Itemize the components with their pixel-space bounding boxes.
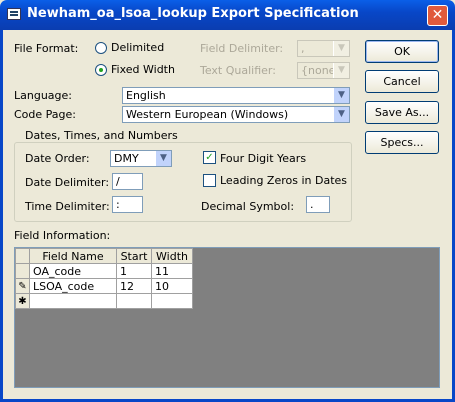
field-table: Field Name Start Width OA_code 1 11 ✎ LS… bbox=[15, 248, 193, 309]
decimal-symbol-input[interactable]: . bbox=[306, 196, 330, 213]
chevron-down-icon: ▼ bbox=[155, 151, 171, 166]
text-qualifier-label: Text Qualifier: bbox=[200, 64, 276, 77]
text-qualifier-select[interactable]: {none} ▼ bbox=[297, 62, 350, 79]
close-button[interactable]: ✕ bbox=[427, 5, 448, 26]
row-selector-header bbox=[15, 248, 30, 264]
cancel-button[interactable]: Cancel bbox=[365, 70, 439, 93]
width-cell[interactable]: 11 bbox=[151, 263, 193, 279]
leading-zeros-label[interactable]: Leading Zeros in Dates bbox=[220, 174, 347, 187]
field-info-grid[interactable]: Field Name Start Width OA_code 1 11 ✎ LS… bbox=[14, 247, 440, 388]
fixed-width-radio[interactable] bbox=[95, 64, 107, 76]
column-header[interactable]: Field Name bbox=[29, 248, 117, 264]
field-info-label: Field Information: bbox=[14, 229, 111, 242]
field-name-cell[interactable] bbox=[29, 293, 117, 309]
chevron-down-icon: ▼ bbox=[333, 88, 349, 103]
date-delimiter-input[interactable]: / bbox=[112, 173, 143, 190]
decimal-symbol-label: Decimal Symbol: bbox=[201, 200, 295, 213]
start-cell[interactable] bbox=[116, 293, 152, 309]
delimited-label[interactable]: Delimited bbox=[111, 41, 164, 54]
width-cell[interactable] bbox=[151, 293, 193, 309]
new-record-row[interactable]: ✱ bbox=[15, 293, 193, 309]
new-record-icon[interactable]: ✱ bbox=[15, 293, 30, 309]
column-header[interactable]: Width bbox=[151, 248, 193, 264]
code-page-label: Code Page: bbox=[14, 108, 76, 121]
time-delimiter-input[interactable]: : bbox=[112, 196, 143, 213]
window-title: Newham_oa_lsoa_lookup Export Specificati… bbox=[27, 6, 359, 21]
column-header[interactable]: Start bbox=[116, 248, 152, 264]
specs-button[interactable]: Specs... bbox=[365, 131, 439, 154]
start-cell[interactable]: 1 bbox=[116, 263, 152, 279]
chevron-down-icon: ▼ bbox=[333, 107, 349, 122]
time-delimiter-label: Time Delimiter: bbox=[25, 200, 110, 213]
field-delimiter-select[interactable]: , ▼ bbox=[297, 40, 350, 57]
width-cell[interactable]: 10 bbox=[151, 278, 193, 294]
chevron-down-icon: ▼ bbox=[333, 41, 349, 56]
date-order-select[interactable]: DMY ▼ bbox=[110, 150, 172, 167]
start-cell[interactable]: 12 bbox=[116, 278, 152, 294]
leading-zeros-checkbox[interactable] bbox=[203, 174, 216, 187]
app-icon bbox=[7, 8, 21, 20]
table-header-row: Field Name Start Width bbox=[15, 248, 193, 264]
file-format-label: File Format: bbox=[14, 42, 79, 55]
save-as-button[interactable]: Save As... bbox=[365, 101, 439, 124]
table-row[interactable]: OA_code 1 11 bbox=[15, 263, 193, 279]
language-select[interactable]: English ▼ bbox=[122, 87, 350, 104]
dates-group-legend: Dates, Times, and Numbers bbox=[22, 129, 181, 142]
language-label: Language: bbox=[14, 89, 72, 102]
pencil-icon[interactable]: ✎ bbox=[15, 278, 30, 294]
date-order-label: Date Order: bbox=[25, 152, 90, 165]
language-value: English bbox=[126, 89, 166, 102]
four-digit-years-label[interactable]: Four Digit Years bbox=[220, 152, 306, 165]
fixed-width-label[interactable]: Fixed Width bbox=[111, 63, 175, 76]
ok-button[interactable]: OK bbox=[365, 40, 439, 63]
field-delimiter-label: Field Delimiter: bbox=[200, 42, 284, 55]
title-bar[interactable]: Newham_oa_lsoa_lookup Export Specificati… bbox=[0, 0, 455, 30]
four-digit-years-checkbox[interactable]: ✓ bbox=[203, 151, 216, 164]
field-name-cell[interactable]: LSOA_code bbox=[29, 278, 117, 294]
delimited-radio[interactable] bbox=[95, 42, 107, 54]
date-delimiter-label: Date Delimiter: bbox=[25, 176, 110, 189]
field-delimiter-value: , bbox=[301, 42, 305, 55]
row-selector[interactable] bbox=[15, 263, 30, 279]
chevron-down-icon: ▼ bbox=[333, 63, 349, 78]
code-page-select[interactable]: Western European (Windows) ▼ bbox=[122, 106, 350, 123]
field-name-cell[interactable]: OA_code bbox=[29, 263, 117, 279]
date-order-value: DMY bbox=[114, 152, 139, 165]
code-page-value: Western European (Windows) bbox=[126, 108, 289, 121]
table-row[interactable]: ✎ LSOA_code 12 10 bbox=[15, 278, 193, 294]
